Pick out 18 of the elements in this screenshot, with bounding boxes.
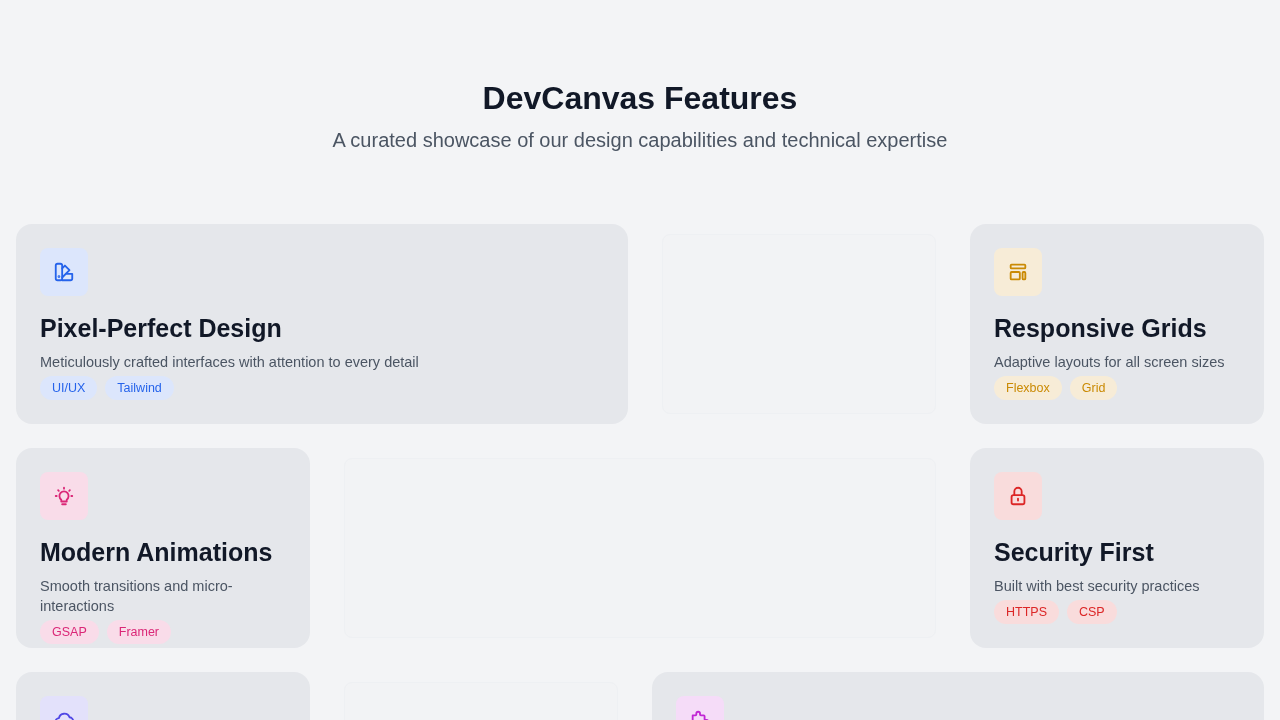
card-title: Security First [994, 537, 1155, 568]
card-description: Adaptive layouts for all screen sizes [994, 353, 1226, 372]
tag-chip: UI/UX [40, 376, 98, 400]
card-description: Meticulously crafted interfaces with attention to every detail [40, 353, 420, 372]
page-subtitle: A curated showcase of our design capabilities and technical expertise [331, 128, 949, 153]
card-title: Responsive Grids [994, 313, 1208, 344]
tag-chip: GSAP [40, 620, 99, 644]
card-description: Smooth transitions and micro-interactions [40, 577, 234, 616]
tag-chip: Flexbox [994, 376, 1062, 400]
tag-chip: Tailwind [105, 376, 174, 400]
card-title: Modern Animations [40, 537, 274, 568]
tag-chip: CSP [1067, 600, 1117, 624]
tag-chip: HTTPS [994, 600, 1059, 624]
page-title: DevCanvas Features [481, 79, 799, 118]
tag-chip: Framer [106, 620, 172, 644]
card-title: Pixel-Perfect Design [40, 313, 283, 344]
tag-chip: Grid [1069, 376, 1118, 400]
card-description: Built with best security practices [994, 577, 1201, 596]
